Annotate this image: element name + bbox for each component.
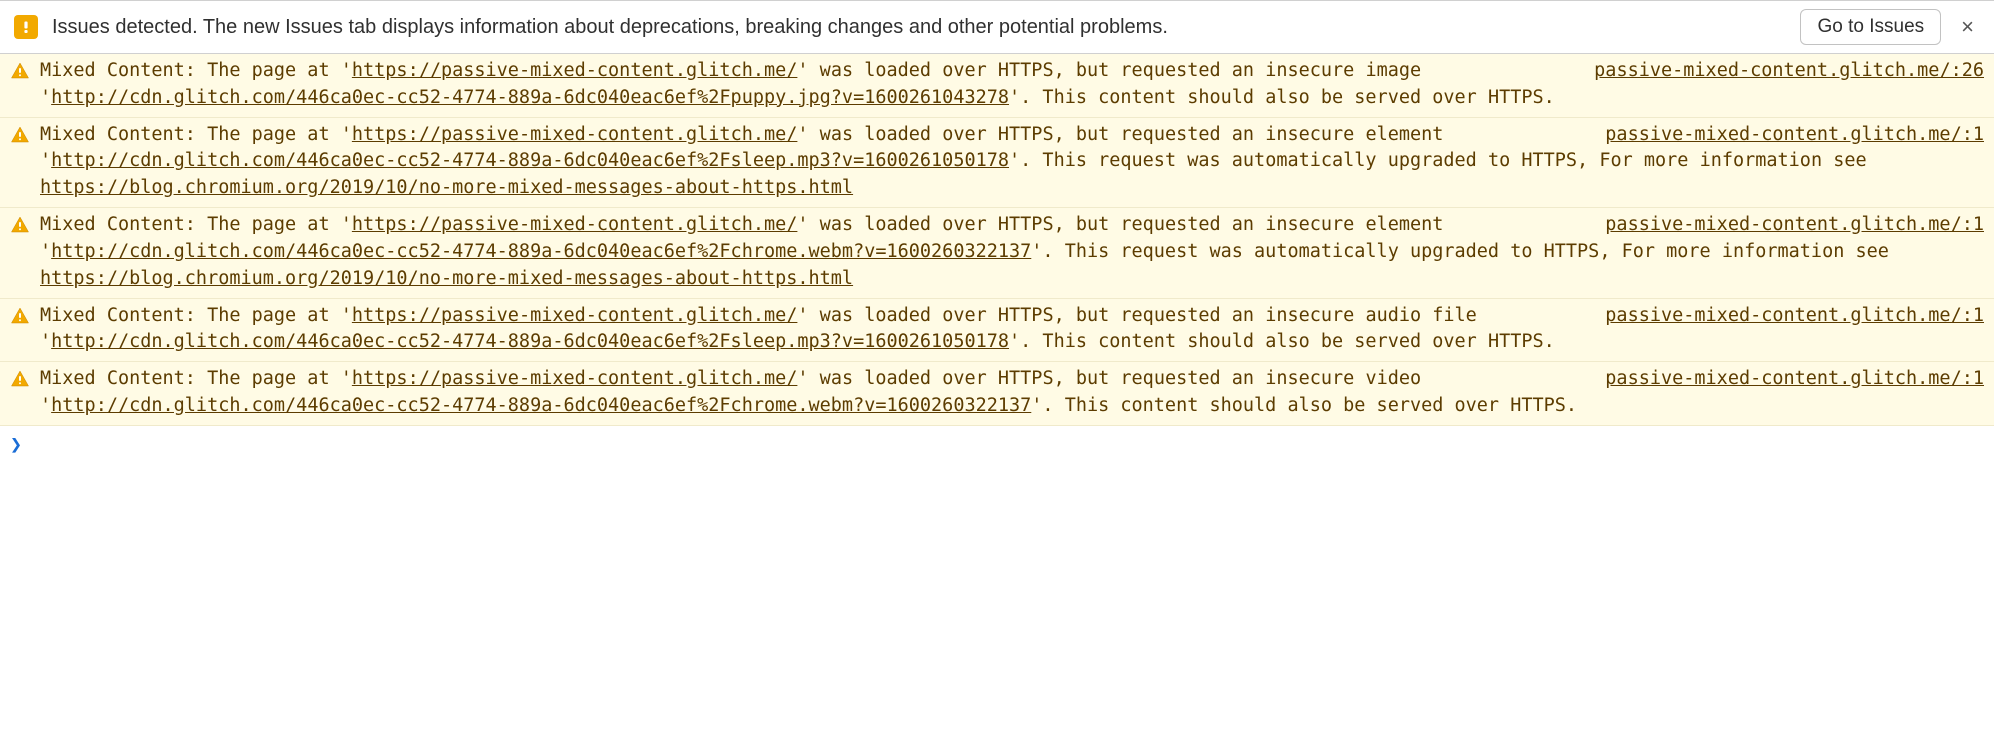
warning-body: passive-mixed-content.glitch.me/:26 Mixed… [40, 58, 1984, 112]
prompt-chevron-icon: ❯ [10, 432, 22, 456]
warning-message: passive-mixed-content.glitch.me/:1 Mixed … [40, 122, 1984, 202]
warning-inline-link[interactable]: http://cdn.glitch.com/446ca0ec-cc52-4774… [51, 331, 1009, 352]
warning-triangle-icon [10, 369, 30, 389]
warning-text: Mixed Content: The page at ' [40, 214, 352, 235]
warning-inline-link[interactable]: https://passive-mixed-content.glitch.me/ [352, 368, 798, 389]
warning-inline-link[interactable]: http://cdn.glitch.com/446ca0ec-cc52-4774… [51, 150, 1009, 171]
warning-text: '. This content should also be served ov… [1009, 87, 1555, 108]
warning-source-link[interactable]: passive-mixed-content.glitch.me/:1 [1605, 366, 1984, 393]
warning-text: Mixed Content: The page at ' [40, 305, 352, 326]
warning-text: '. This content should also be served ov… [1031, 395, 1577, 416]
go-to-issues-button[interactable]: Go to Issues [1800, 9, 1941, 45]
issues-banner-text: Issues detected. The new Issues tab disp… [52, 16, 1786, 39]
warning-message: passive-mixed-content.glitch.me/:1 Mixed … [40, 303, 1984, 357]
warning-body: passive-mixed-content.glitch.me/:1 Mixed … [40, 212, 1984, 292]
warning-text: Mixed Content: The page at ' [40, 368, 352, 389]
warning-inline-link[interactable]: https://passive-mixed-content.glitch.me/ [352, 214, 798, 235]
warning-text: '. This request was automatically upgrad… [1009, 150, 1867, 171]
warning-body: passive-mixed-content.glitch.me/:1 Mixed … [40, 366, 1984, 420]
console-warning-row: passive-mixed-content.glitch.me/:1 Mixed … [0, 208, 1994, 298]
warning-triangle-icon [10, 215, 30, 235]
console-warning-row: passive-mixed-content.glitch.me/:1 Mixed … [0, 362, 1994, 426]
console-prompt[interactable]: ❯ [0, 426, 1994, 462]
warning-source-link[interactable]: passive-mixed-content.glitch.me/:26 [1594, 58, 1984, 85]
warning-source-link[interactable]: passive-mixed-content.glitch.me/:1 [1605, 122, 1984, 149]
warning-triangle-icon [10, 306, 30, 326]
warning-message: passive-mixed-content.glitch.me/:1 Mixed … [40, 212, 1984, 292]
warning-inline-link[interactable]: https://blog.chromium.org/2019/10/no-mor… [40, 177, 853, 198]
warning-inline-link[interactable]: http://cdn.glitch.com/446ca0ec-cc52-4774… [51, 241, 1031, 262]
warning-inline-link[interactable]: http://cdn.glitch.com/446ca0ec-cc52-4774… [51, 87, 1009, 108]
warning-text: Mixed Content: The page at ' [40, 124, 352, 145]
warning-source-link[interactable]: passive-mixed-content.glitch.me/:1 [1605, 303, 1984, 330]
issues-banner: Issues detected. The new Issues tab disp… [0, 0, 1994, 54]
warning-body: passive-mixed-content.glitch.me/:1 Mixed … [40, 303, 1984, 357]
warning-body: passive-mixed-content.glitch.me/:1 Mixed … [40, 122, 1984, 202]
issues-warning-icon [14, 15, 38, 39]
console-warnings-list: passive-mixed-content.glitch.me/:26 Mixed… [0, 54, 1994, 426]
warning-inline-link[interactable]: https://passive-mixed-content.glitch.me/ [352, 60, 798, 81]
warning-inline-link[interactable]: https://blog.chromium.org/2019/10/no-mor… [40, 268, 853, 289]
warning-text: Mixed Content: The page at ' [40, 60, 352, 81]
warning-message: passive-mixed-content.glitch.me/:26 Mixed… [40, 58, 1984, 112]
warning-inline-link[interactable]: https://passive-mixed-content.glitch.me/ [352, 124, 798, 145]
close-icon[interactable]: × [1955, 14, 1980, 40]
console-panel: Issues detected. The new Issues tab disp… [0, 0, 1994, 462]
warning-triangle-icon [10, 61, 30, 81]
warning-inline-link[interactable]: http://cdn.glitch.com/446ca0ec-cc52-4774… [51, 395, 1031, 416]
console-warning-row: passive-mixed-content.glitch.me/:1 Mixed … [0, 299, 1994, 363]
warning-triangle-icon [10, 125, 30, 145]
warning-source-link[interactable]: passive-mixed-content.glitch.me/:1 [1605, 212, 1984, 239]
warning-text: '. This request was automatically upgrad… [1031, 241, 1889, 262]
warning-text: '. This content should also be served ov… [1009, 331, 1555, 352]
warning-inline-link[interactable]: https://passive-mixed-content.glitch.me/ [352, 305, 798, 326]
console-warning-row: passive-mixed-content.glitch.me/:1 Mixed … [0, 118, 1994, 208]
console-warning-row: passive-mixed-content.glitch.me/:26 Mixed… [0, 54, 1994, 118]
warning-message: passive-mixed-content.glitch.me/:1 Mixed … [40, 366, 1984, 420]
